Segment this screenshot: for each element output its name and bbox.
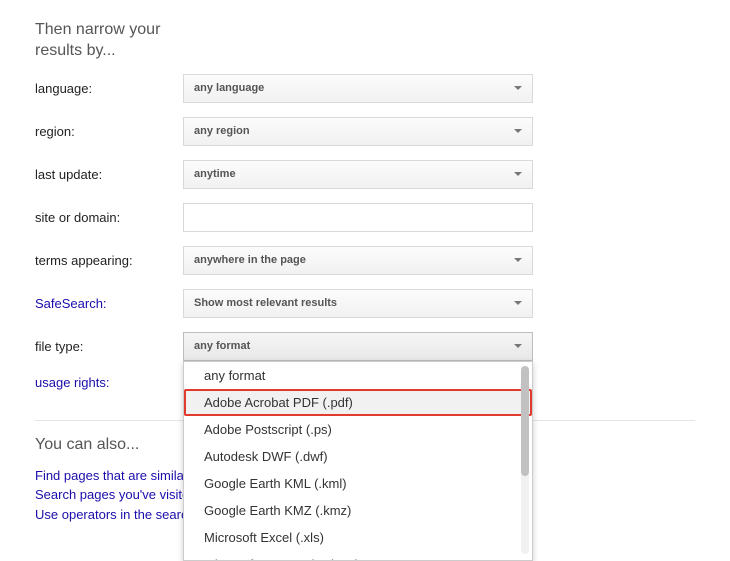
terms-appearing-label: terms appearing: [35,253,183,268]
safesearch-select[interactable]: Show most relevant results [183,289,533,318]
file-type-dropdown: any formatAdobe Acrobat PDF (.pdf)Adobe … [183,361,533,561]
language-label: language: [35,81,183,96]
language-select[interactable]: any language [183,74,533,103]
file-type-option[interactable]: Google Earth KMZ (.kmz) [184,497,532,524]
caret-down-icon [514,86,522,90]
caret-down-icon [514,129,522,133]
file-type-option[interactable]: Adobe Postscript (.ps) [184,416,532,443]
safesearch-select-value: Show most relevant results [194,297,337,309]
file-type-option[interactable]: Autodesk DWF (.dwf) [184,443,532,470]
region-select[interactable]: any region [183,117,533,146]
file-type-option[interactable]: Google Earth KML (.kml) [184,470,532,497]
file-type-select-value: any format [194,340,250,352]
safesearch-label[interactable]: SafeSearch: [35,296,183,311]
caret-down-icon [514,172,522,176]
scrollbar-thumb[interactable] [521,366,529,476]
caret-down-icon [514,344,522,348]
terms-appearing-select[interactable]: anywhere in the page [183,246,533,275]
file-type-option[interactable]: any format [184,362,532,389]
region-select-value: any region [194,125,250,137]
terms-appearing-select-value: anywhere in the page [194,254,306,266]
file-type-option[interactable]: Microsoft Powerpoint (.ppt) [184,551,532,561]
last-update-select-value: anytime [194,168,236,180]
narrow-results-heading: Then narrow your results by... [35,20,175,62]
language-select-value: any language [194,82,264,94]
scrollbar[interactable] [521,366,529,554]
file-type-label: file type: [35,339,183,354]
file-type-option[interactable]: Microsoft Excel (.xls) [184,524,532,551]
site-domain-label: site or domain: [35,210,183,225]
usage-rights-label[interactable]: usage rights: [35,375,183,390]
file-type-select[interactable]: any format [183,332,533,361]
region-label: region: [35,124,183,139]
last-update-select[interactable]: anytime [183,160,533,189]
last-update-label: last update: [35,167,183,182]
file-type-option[interactable]: Adobe Acrobat PDF (.pdf) [184,389,532,416]
site-domain-input[interactable] [183,203,533,232]
caret-down-icon [514,258,522,262]
caret-down-icon [514,301,522,305]
